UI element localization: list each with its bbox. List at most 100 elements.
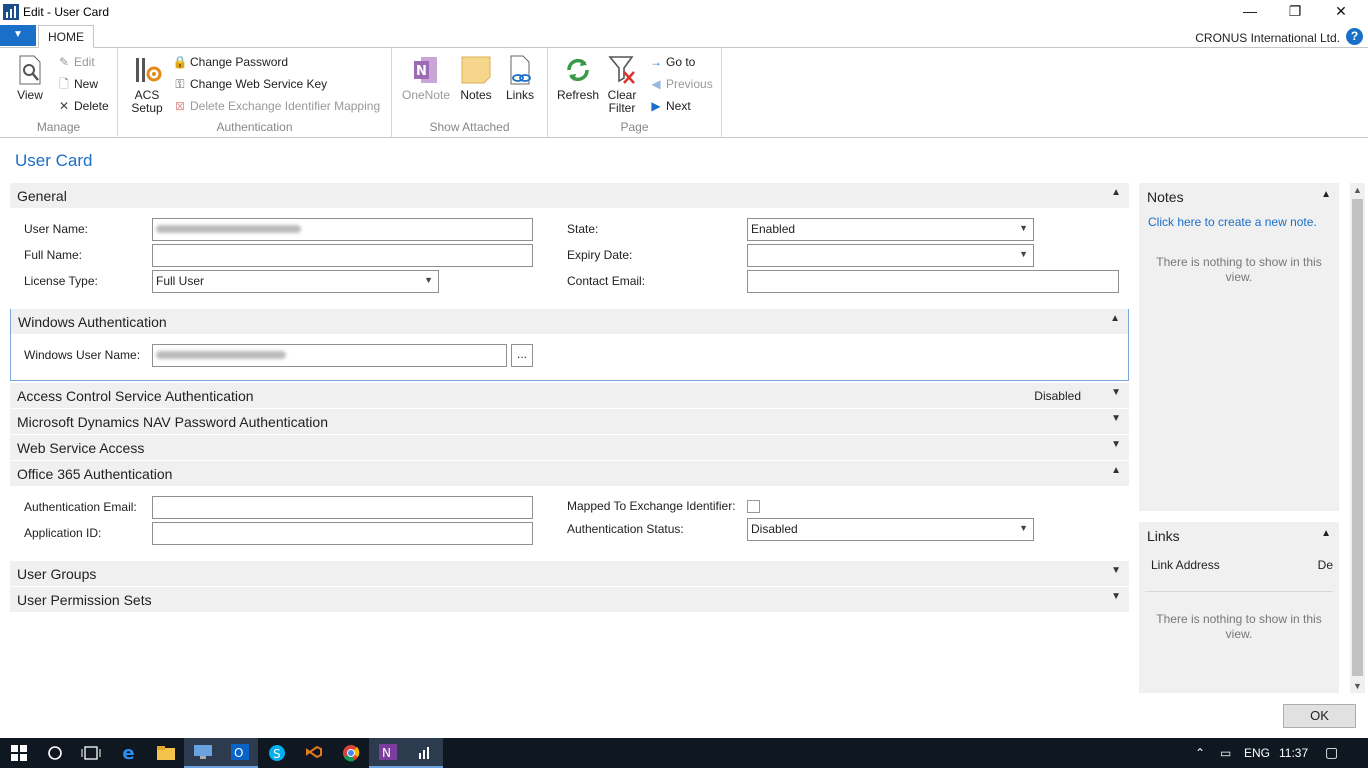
- edit-button: ✎ Edit: [56, 52, 95, 72]
- delete-button[interactable]: ✕ Delete: [56, 96, 109, 116]
- svg-text:N: N: [382, 746, 391, 760]
- triangle-left-icon: ◀: [651, 77, 661, 91]
- fasttab-nav-password[interactable]: Microsoft Dynamics NAV Password Authenti…: [10, 409, 1129, 434]
- dynamics-nav-taskbar-icon[interactable]: [406, 738, 443, 768]
- chrome-icon[interactable]: [332, 738, 369, 768]
- delete-x-icon: ✕: [58, 99, 70, 113]
- chevron-down-icon: ▼: [1019, 523, 1028, 533]
- create-note-link[interactable]: Click here to create a new note.: [1148, 215, 1317, 229]
- clear-filter-button[interactable]: Clear Filter: [602, 54, 642, 115]
- delete-exchange-mapping-button: ⊠ Delete Exchange Identifier Mapping: [172, 96, 380, 116]
- close-button[interactable]: ✕: [1318, 0, 1364, 24]
- fasttab-acs-title: Access Control Service Authentication: [17, 388, 254, 404]
- auth-email-input[interactable]: [152, 496, 533, 519]
- scrollbar-thumb[interactable]: [1352, 199, 1363, 676]
- fasttab-permission-sets-title: User Permission Sets: [17, 592, 152, 608]
- fasttab-windows-auth-title: Windows Authentication: [18, 314, 167, 330]
- lock-icon: 🔒: [172, 55, 188, 69]
- file-explorer-icon[interactable]: [147, 738, 184, 768]
- outlook-icon[interactable]: O: [221, 738, 258, 768]
- page-title: User Card: [15, 151, 93, 170]
- onenote-button: N OneNote: [400, 54, 452, 102]
- view-button[interactable]: View: [12, 54, 48, 102]
- svg-text:N: N: [416, 64, 427, 79]
- remote-desktop-icon[interactable]: [184, 738, 221, 768]
- fasttab-ws-access-title: Web Service Access: [17, 440, 145, 456]
- language-indicator[interactable]: ENG: [1244, 746, 1270, 760]
- edge-icon[interactable]: e: [110, 738, 147, 768]
- window-title: Edit - User Card: [23, 5, 110, 19]
- clear-filter-icon: [608, 56, 635, 84]
- notes-label: Notes: [460, 88, 492, 102]
- fasttab-office365[interactable]: Office 365 Authentication ▲: [10, 461, 1129, 486]
- acs-setup-button[interactable]: ACS Setup: [128, 54, 166, 115]
- links-button[interactable]: Links: [502, 54, 538, 102]
- company-name[interactable]: CRONUS International Ltd.: [1195, 31, 1340, 45]
- application-id-input[interactable]: [152, 522, 533, 545]
- factbox-scrollbar[interactable]: ▲ ▼: [1350, 183, 1365, 693]
- restore-button[interactable]: ❐: [1272, 0, 1318, 24]
- chevron-up-icon[interactable]: ▲: [1321, 528, 1331, 539]
- pencil-icon: ✎: [58, 55, 70, 69]
- visual-studio-code-icon[interactable]: [295, 738, 332, 768]
- fasttab-permission-sets[interactable]: User Permission Sets ▼: [10, 587, 1129, 612]
- tray-chevron-up-icon[interactable]: ⌃: [1195, 746, 1205, 760]
- network-icon[interactable]: ▭: [1220, 746, 1231, 760]
- license-type-select[interactable]: Full User ▼: [152, 270, 439, 293]
- refresh-button[interactable]: Refresh: [556, 54, 600, 102]
- links-title: Links: [1147, 528, 1180, 544]
- contact-email-input[interactable]: [747, 270, 1119, 293]
- skype-icon[interactable]: S: [258, 738, 295, 768]
- quick-access-menu-button[interactable]: ▼: [0, 25, 36, 46]
- link-address-column[interactable]: Link Address: [1151, 558, 1220, 572]
- start-windows-icon[interactable]: [0, 738, 37, 768]
- acs-label-line1: ACS: [134, 88, 160, 102]
- acs-summary: Disabled: [1034, 389, 1081, 403]
- fasttab-acs[interactable]: Access Control Service Authentication Di…: [10, 383, 1129, 408]
- full-name-input[interactable]: [152, 244, 533, 267]
- user-name-input[interactable]: [152, 218, 533, 241]
- chevron-up-icon[interactable]: ▲: [1321, 189, 1331, 200]
- next-button[interactable]: ▶ Next: [648, 96, 690, 116]
- clock-time[interactable]: 11:37: [1279, 746, 1308, 760]
- group-manage: View ✎ Edit 🗋 New ✕ Delete Manage: [0, 48, 118, 138]
- mapped-exchange-label: Mapped To Exchange Identifier:: [567, 499, 736, 513]
- tab-home[interactable]: HOME: [38, 25, 94, 48]
- new-document-icon: 🗋: [59, 77, 69, 91]
- refresh-label: Refresh: [556, 88, 600, 102]
- scroll-down-icon[interactable]: ▼: [1350, 681, 1365, 691]
- help-icon[interactable]: ?: [1346, 28, 1363, 45]
- state-select[interactable]: Enabled ▼: [747, 218, 1034, 241]
- onenote-taskbar-icon[interactable]: N: [369, 738, 406, 768]
- auth-status-select[interactable]: Disabled ▼: [747, 518, 1034, 541]
- mapped-exchange-checkbox[interactable]: [747, 500, 760, 513]
- notes-button[interactable]: Notes: [458, 54, 494, 102]
- tools-icon: [136, 58, 162, 82]
- change-web-service-key-button[interactable]: ⚿ Change Web Service Key: [172, 74, 327, 94]
- ok-button[interactable]: OK: [1283, 704, 1356, 728]
- fasttab-web-service-access[interactable]: Web Service Access ▼: [10, 435, 1129, 460]
- new-button[interactable]: 🗋 New: [56, 74, 98, 94]
- factbox-links: Links ▲ Link Address De There is nothing…: [1139, 522, 1339, 693]
- links-icon: [510, 55, 531, 85]
- change-password-button[interactable]: 🔒 Change Password: [172, 52, 289, 72]
- description-column[interactable]: De: [1318, 558, 1333, 572]
- fasttab-general[interactable]: General ▲: [10, 183, 1129, 208]
- svg-text:S: S: [273, 747, 281, 761]
- minimize-button[interactable]: —: [1227, 0, 1273, 24]
- windows-user-lookup-button[interactable]: ...: [511, 344, 533, 367]
- fasttab-windows-auth[interactable]: Windows Authentication ▲: [11, 309, 1128, 334]
- windows-user-name-input[interactable]: [152, 344, 507, 367]
- group-authentication: ACS Setup 🔒 Change Password ⚿ Change Web S…: [118, 48, 392, 138]
- view-icon: [19, 55, 41, 85]
- scroll-up-icon[interactable]: ▲: [1350, 185, 1365, 195]
- task-view-icon[interactable]: [72, 738, 109, 768]
- application-id-label: Application ID:: [24, 526, 102, 540]
- cortana-icon[interactable]: [36, 738, 73, 768]
- expiry-date-input[interactable]: ▼: [747, 244, 1034, 267]
- goto-button[interactable]: → Go to: [648, 52, 695, 72]
- notification-center-icon[interactable]: ▢: [1325, 744, 1338, 761]
- fasttab-user-groups[interactable]: User Groups ▼: [10, 561, 1129, 586]
- clear-label-line1: Clear: [607, 88, 637, 102]
- license-type-value: Full User: [156, 274, 205, 288]
